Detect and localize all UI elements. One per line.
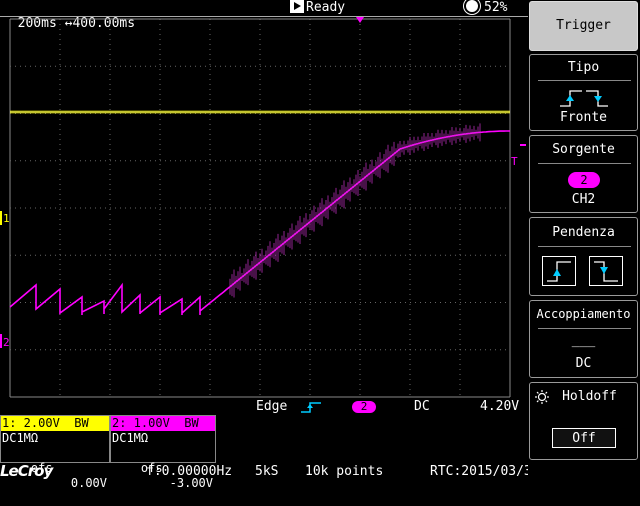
menu-sorgente[interactable]: Sorgente 2 CH2 [529,135,638,213]
sorgente-value: CH2 [571,192,596,207]
trigger-menu-panel: Trigger Tipo Fronte Sorgente 2 CH2 Pende… [528,0,640,480]
accoppiamento-label: Accoppiamento [536,307,631,321]
trigger-level-marker[interactable]: T [511,155,518,168]
separator [538,328,631,329]
trigger-coupling: DC [414,399,430,414]
menu-tipo[interactable]: Tipo Fronte [529,54,638,131]
rising-slope-button[interactable] [542,256,576,286]
ch2-scale: 2: 1.00V BW [111,416,215,431]
menu-pendenza[interactable]: Pendenza [529,217,638,296]
record-length: 10k points [305,464,384,479]
falling-slope-icon [594,261,618,282]
dc-coupling-symbol: ___ [571,333,596,348]
menu-accoppiamento[interactable]: Accoppiamento ___ DC [529,300,638,378]
status-text: Ready [306,0,346,15]
battery-indicator: 52% [466,0,507,16]
frequency-readout: f:0.00000Hz [146,464,233,479]
menu-holdoff[interactable]: Holdoff Off [529,382,638,460]
brightness-icon [466,0,478,12]
ch1-offset-marker-bar [0,211,2,225]
waveform-display[interactable]: 1 2 T [0,17,528,399]
rising-slope-icon [547,261,571,282]
holdoff-value-button[interactable]: Off [552,428,616,448]
trigger-info-bar[interactable]: Edge 2 DC 4.20V [0,399,528,415]
ch2-trace-line [9,130,510,315]
accoppiamento-value: DC [575,356,592,371]
ch1-offset-marker[interactable]: 1 [3,212,10,225]
separator [538,80,631,81]
menu-title-trigger[interactable]: Trigger [529,1,638,51]
edge-type-icon [560,90,608,107]
holdoff-value: Off [572,431,596,446]
ch1-scale: 1: 2.00V BW [1,416,109,431]
graticule [9,18,511,398]
acquisition-status[interactable]: Ready [290,0,345,16]
menu-title-label: Trigger [556,18,611,33]
edge-trigger-icon [301,402,321,413]
tipo-value: Fronte [560,110,607,125]
play-icon [290,0,304,13]
ch2-noise [229,123,481,298]
battery-text: 52% [484,0,508,15]
sorgente-label: Sorgente [552,142,615,157]
separator [538,246,631,247]
trig-level-marker-bar [520,144,526,146]
ch2-offset-marker-bar [0,334,2,348]
sample-rate: 5kS [255,464,279,479]
pendenza-label: Pendenza [552,225,615,240]
trigger-level: 4.20V [480,399,520,414]
trigger-source-badge: 2 [352,401,376,413]
ch2-offset-marker[interactable]: 2 [3,336,10,349]
ch1-settings-box[interactable]: 1: 2.00V BW DC1MΩ ofs 0.00V [0,415,110,490]
ch2-settings-box[interactable]: 2: 1.00V BW DC1MΩ ofs -3.00V [110,415,216,490]
falling-slope-button[interactable] [589,256,623,286]
tipo-label: Tipo [567,60,600,75]
sorgente-badge: 2 [568,172,600,188]
trigger-position-marker[interactable] [356,17,364,23]
brand-logo: LeCroy [0,462,53,480]
separator [538,163,631,164]
ch1-coupling: DC1MΩ [2,431,39,445]
holdoff-label: Holdoff [562,389,617,404]
trigger-type: Edge [256,399,288,414]
ch2-coupling: DC1MΩ [112,431,149,445]
